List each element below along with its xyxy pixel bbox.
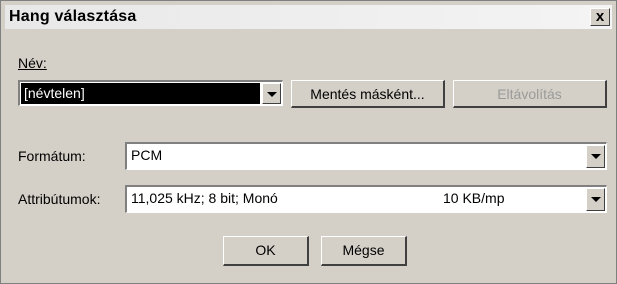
cancel-button[interactable]: Mégse bbox=[321, 236, 407, 266]
name-label: Név: bbox=[18, 55, 47, 71]
format-value: PCM bbox=[131, 147, 163, 163]
format-combobox[interactable]: PCM bbox=[125, 142, 607, 170]
format-dropdown-button[interactable] bbox=[586, 145, 605, 168]
attributes-combobox[interactable]: 11,025 kHz; 8 bit; Monó 10 KB/mp bbox=[125, 185, 607, 213]
remove-button[interactable]: Eltávolítás bbox=[453, 80, 607, 108]
ok-label: OK bbox=[255, 242, 276, 258]
attributes-rate: 10 KB/mp bbox=[443, 190, 505, 206]
name-combobox[interactable]: [névtelen] bbox=[18, 80, 283, 106]
format-label: Formátum: bbox=[18, 148, 86, 164]
cancel-label: Mégse bbox=[342, 242, 385, 258]
name-value: [névtelen] bbox=[24, 85, 85, 101]
attributes-dropdown-button[interactable] bbox=[586, 188, 605, 211]
attributes-label: Attribútumok: bbox=[18, 191, 101, 207]
title-bar[interactable]: Hang választása x bbox=[5, 5, 612, 29]
remove-label: Eltávolítás bbox=[497, 86, 562, 102]
attributes-value: 11,025 kHz; 8 bit; Monó bbox=[131, 190, 278, 206]
sound-selection-dialog: Hang választása x Név: [névtelen] Mentés… bbox=[0, 0, 617, 284]
name-selected-highlight: [névtelen] bbox=[21, 83, 260, 104]
chevron-down-icon bbox=[267, 92, 277, 97]
chevron-down-icon bbox=[591, 197, 601, 202]
name-dropdown-button[interactable] bbox=[262, 83, 281, 104]
save-as-label: Mentés másként... bbox=[310, 86, 425, 102]
window-title: Hang választása bbox=[9, 8, 137, 25]
chevron-down-icon bbox=[591, 154, 601, 159]
save-as-button[interactable]: Mentés másként... bbox=[291, 80, 445, 108]
close-icon: x bbox=[595, 8, 605, 25]
close-button[interactable]: x bbox=[590, 8, 610, 26]
ok-button[interactable]: OK bbox=[223, 236, 309, 266]
